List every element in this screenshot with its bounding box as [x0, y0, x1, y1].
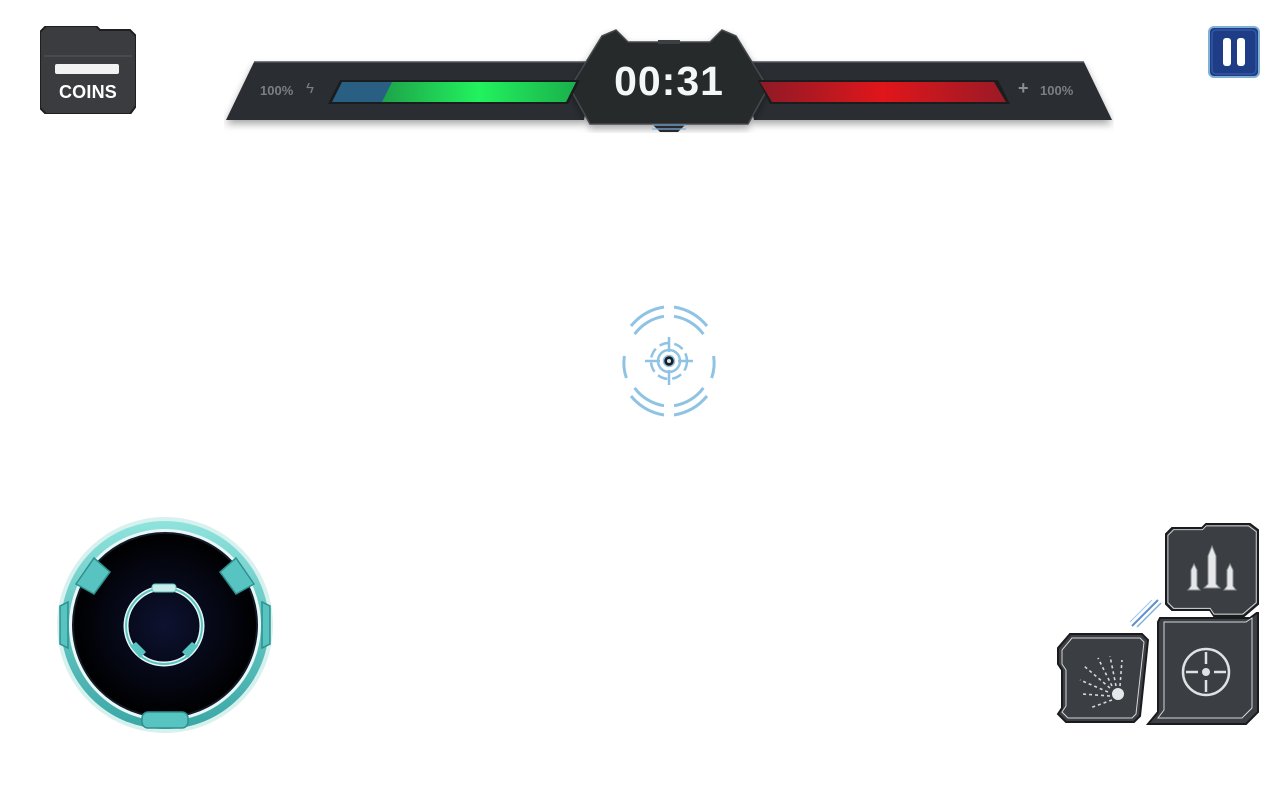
missiles-icon	[1165, 523, 1259, 617]
pause-icon	[1208, 26, 1260, 78]
coins-amount-bar	[55, 64, 119, 74]
lightning-icon: ϟ	[306, 80, 314, 97]
target-icon	[1145, 610, 1259, 725]
coins-button[interactable]: COINS	[40, 26, 136, 114]
player-energy-percent: 100%	[260, 83, 294, 98]
missiles-button[interactable]	[1164, 520, 1260, 618]
crosshair-icon	[622, 305, 716, 417]
player-health-fill	[382, 82, 576, 102]
scatter-button[interactable]	[1054, 630, 1150, 726]
plus-icon: +	[1018, 78, 1029, 98]
enemy-health-fill	[760, 82, 1006, 102]
target-button[interactable]	[1145, 610, 1260, 726]
pause-button[interactable]	[1208, 26, 1260, 78]
enemy-health-percent: 100%	[1040, 83, 1074, 98]
coins-label: COINS	[58, 82, 117, 102]
top-hud: 100% ϟ 00:31 + 100%	[224, 28, 1114, 133]
virtual-joystick[interactable]	[54, 514, 276, 736]
match-timer: 00:31	[614, 58, 724, 104]
scatter-shot-icon	[1056, 633, 1150, 723]
